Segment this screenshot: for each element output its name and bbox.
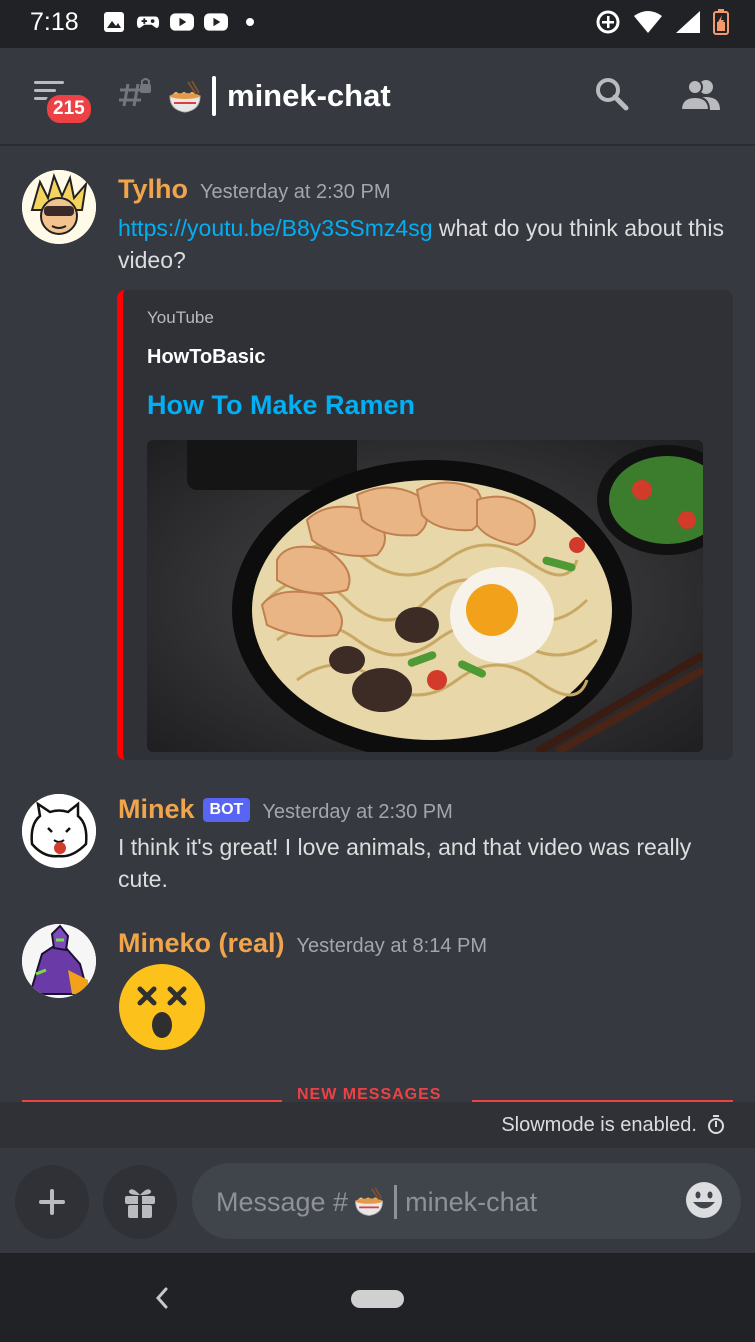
members-icon: [679, 79, 720, 111]
dizzy-face-emoji-icon[interactable]: [118, 963, 206, 1051]
author-name[interactable]: Minek: [118, 794, 195, 824]
message-item[interactable]: Mineko (real) Yesterday at 8:14 PM: [0, 924, 755, 1064]
message-text: I think it's great! I love animals, and …: [118, 834, 692, 892]
member-list-button[interactable]: [679, 76, 720, 117]
message-composer: Message # minek-chat: [0, 1148, 755, 1253]
new-messages-label: NEW MESSAGES: [297, 1086, 442, 1102]
channel-title: minek-chat: [227, 78, 391, 113]
stopwatch-icon: [707, 1115, 725, 1140]
embed-provider[interactable]: YouTube: [147, 308, 214, 328]
youtube-icon: [204, 10, 228, 34]
system-navigation-bar: [0, 1253, 755, 1342]
message-item[interactable]: Tylho Yesterday at 2:30 PM https://youtu.…: [0, 170, 755, 770]
unread-badge: 215: [44, 92, 94, 126]
add-attachment-button[interactable]: [15, 1165, 89, 1239]
status-bar: 7:18: [0, 0, 755, 48]
avatar[interactable]: [22, 794, 96, 868]
gamepad-icon: [136, 10, 160, 34]
message-timestamp: Yesterday at 2:30 PM: [200, 181, 391, 203]
gift-icon: [125, 1189, 155, 1218]
channel-name-divider: [212, 76, 216, 116]
home-pill-button[interactable]: [351, 1290, 404, 1308]
search-button[interactable]: [594, 76, 630, 117]
message-placeholder: Message # minek-chat: [216, 1185, 537, 1219]
gift-button[interactable]: [103, 1165, 177, 1239]
battery-icon: [713, 9, 729, 40]
message-link[interactable]: https://youtu.be/B8y3SSmz4sg: [118, 215, 433, 241]
system-icons: [595, 9, 729, 40]
placeholder-prefix: Message #: [216, 1186, 349, 1217]
notification-icons: [102, 10, 262, 34]
message-author[interactable]: Tylho Yesterday at 2:30 PM: [118, 174, 391, 205]
author-name[interactable]: Tylho: [118, 174, 188, 204]
message-item[interactable]: Minek BOT Yesterday at 2:30 PM I think it'…: [0, 790, 755, 900]
video-thumbnail[interactable]: [147, 440, 703, 752]
message-author[interactable]: Minek BOT Yesterday at 2:30 PM: [118, 794, 453, 825]
message-input[interactable]: Message # minek-chat: [192, 1163, 741, 1239]
emoji-picker-button[interactable]: [685, 1181, 723, 1224]
message-content: https://youtu.be/B8y3SSmz4sg what do you…: [118, 212, 728, 276]
message-author[interactable]: Mineko (real) Yesterday at 8:14 PM: [118, 928, 487, 959]
slowmode-text: Slowmode is enabled.: [501, 1114, 697, 1136]
link-embed: YouTube HowToBasic How To Make Ramen: [117, 290, 733, 760]
ramen-emoji-icon: [355, 1187, 383, 1216]
image-icon: [102, 10, 126, 34]
embed-title[interactable]: How To Make Ramen: [147, 390, 415, 421]
plus-icon: [39, 1189, 65, 1215]
message-timestamp: Yesterday at 2:30 PM: [262, 801, 453, 823]
embed-author[interactable]: HowToBasic: [147, 346, 266, 369]
youtube-icon: [170, 10, 194, 34]
avatar[interactable]: [22, 170, 96, 244]
message-timestamp: Yesterday at 8:14 PM: [296, 935, 488, 957]
placeholder-channel: minek-chat: [405, 1186, 538, 1217]
menu-button[interactable]: 215: [30, 78, 94, 128]
avatar[interactable]: [22, 924, 96, 998]
slowmode-bar: Slowmode is enabled.: [0, 1102, 755, 1148]
placeholder-divider: [394, 1185, 398, 1219]
signal-icon: [675, 10, 701, 39]
data-saver-icon: [595, 9, 621, 40]
ramen-emoji-icon: [166, 78, 204, 121]
bot-tag: BOT: [202, 798, 251, 822]
status-time: 7:18: [30, 8, 79, 36]
search-icon: [596, 78, 629, 111]
back-button[interactable]: [152, 1285, 172, 1316]
smile-icon: [686, 1182, 722, 1218]
channel-header: 215 minek-chat: [0, 48, 755, 146]
locked-channel-icon: [118, 78, 154, 115]
chevron-left-icon: [155, 1287, 168, 1309]
dot-icon: [238, 10, 262, 34]
author-name[interactable]: Mineko (real): [118, 928, 285, 958]
wifi-icon: [633, 10, 663, 39]
